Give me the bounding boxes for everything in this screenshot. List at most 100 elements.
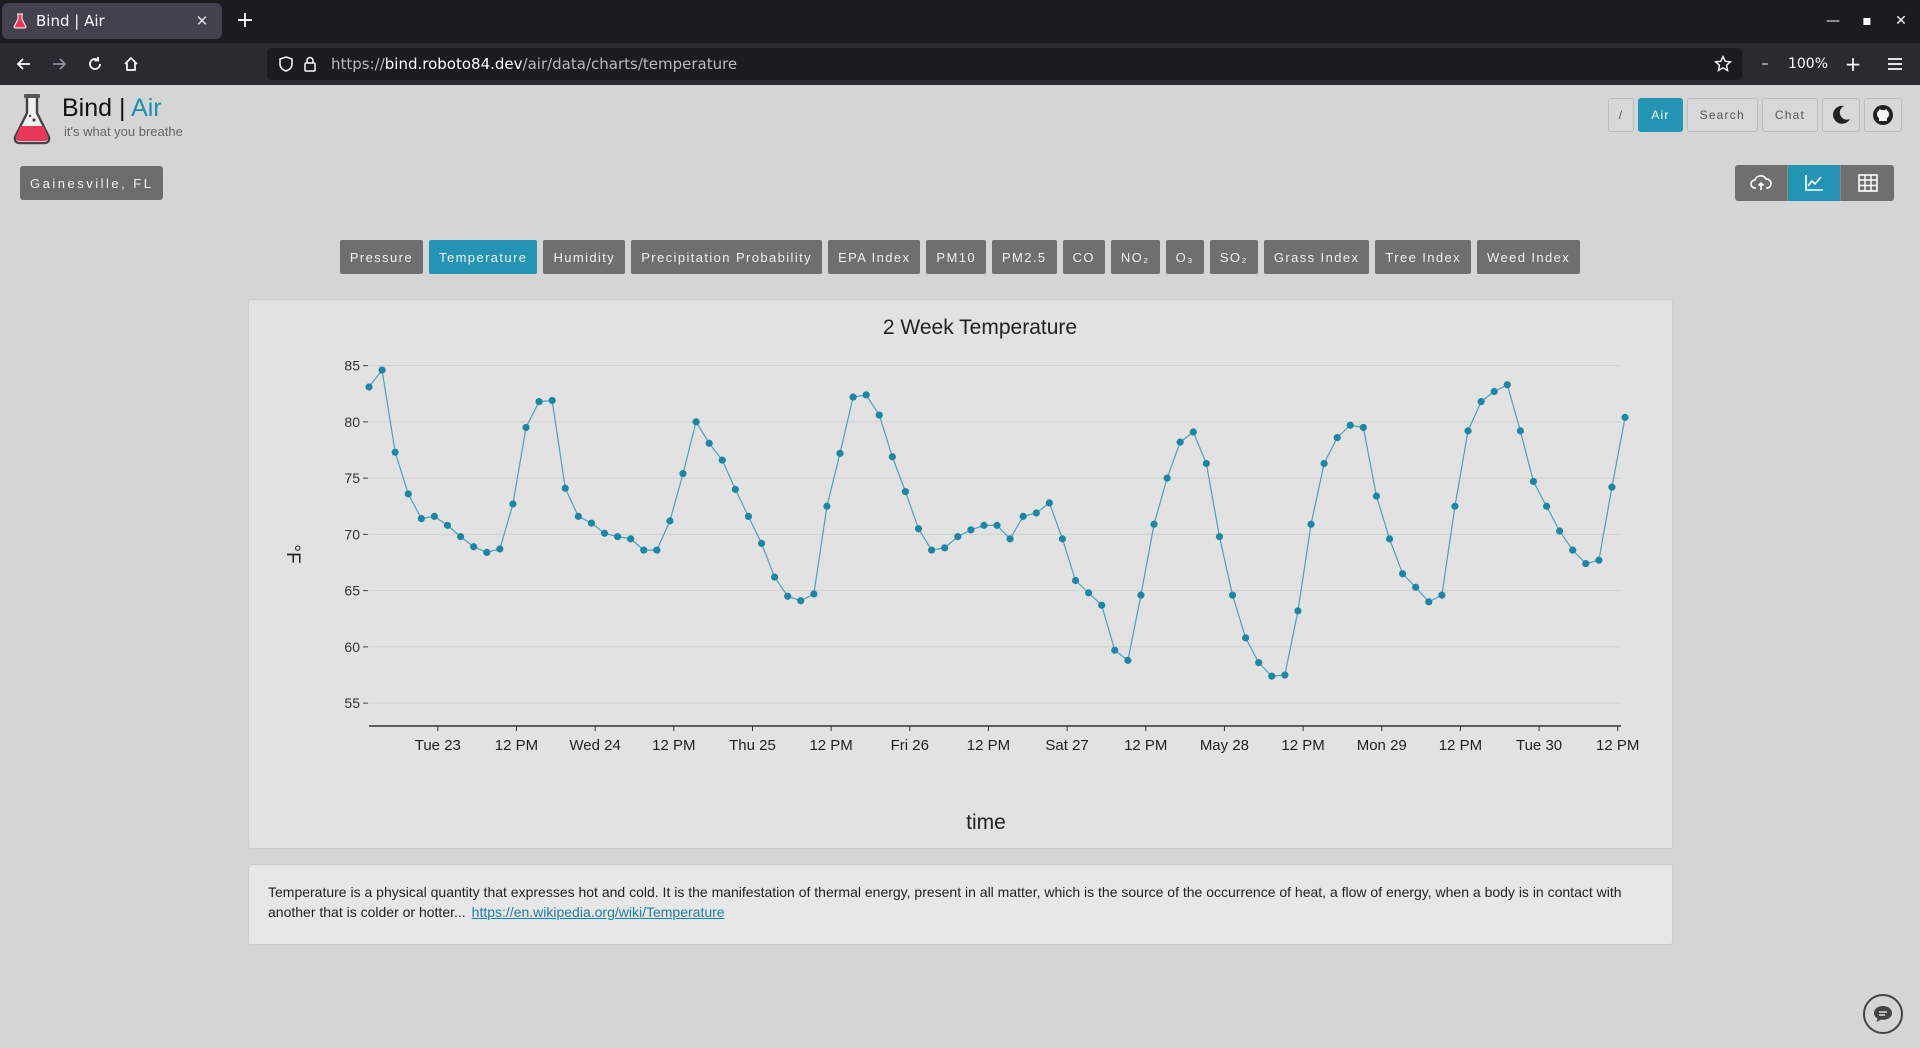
data-point[interactable] [561,484,569,492]
data-point[interactable] [797,597,805,605]
data-point[interactable] [1124,656,1132,664]
metric-tab-o-[interactable]: O₃ [1165,240,1204,274]
data-point[interactable] [1098,601,1106,609]
data-point[interactable] [1307,520,1315,528]
data-point[interactable] [1320,459,1328,468]
metric-tab-humidity[interactable]: Humidity [543,240,626,274]
data-point[interactable] [1228,591,1237,599]
tab-close-icon[interactable]: ✕ [192,11,212,31]
new-tab-button[interactable]: + [232,8,258,34]
nav-air-button[interactable]: Air [1638,98,1683,132]
data-point[interactable] [1281,671,1289,679]
data-point[interactable] [1058,535,1067,543]
data-point[interactable] [640,546,648,554]
location-button[interactable]: Gainesville, FL [20,166,164,200]
data-point[interactable] [1189,428,1197,436]
data-point[interactable] [1372,492,1381,500]
data-point[interactable] [1608,483,1616,491]
data-point[interactable] [928,546,936,554]
metric-tab-co[interactable]: CO [1062,240,1105,274]
data-point[interactable] [993,521,1001,529]
data-point[interactable] [901,488,910,496]
shield-icon[interactable] [275,53,297,75]
data-point[interactable] [666,517,674,525]
cloud-refresh-button[interactable] [1735,165,1788,201]
data-point[interactable] [653,546,661,554]
data-point[interactable] [1399,570,1407,578]
data-point[interactable] [600,529,609,537]
metric-tab-epa-index[interactable]: EPA Index [828,240,921,274]
data-point[interactable] [404,490,412,498]
back-icon[interactable] [10,50,38,78]
data-point[interactable] [1242,634,1250,642]
data-point[interactable] [705,439,713,447]
metric-tab-tree-index[interactable]: Tree Index [1375,240,1472,274]
data-point[interactable] [784,592,792,600]
data-point[interactable] [1176,438,1184,446]
data-point[interactable] [470,543,478,551]
data-point[interactable] [875,411,883,419]
data-point[interactable] [967,526,975,534]
data-point[interactable] [1045,499,1053,507]
url-text[interactable]: https://bind.roboto84.dev/air/data/chart… [331,55,737,73]
minimize-icon[interactable]: — [1820,8,1846,34]
home-icon[interactable] [117,50,145,78]
data-point[interactable] [744,512,753,520]
data-point[interactable] [1150,520,1158,528]
data-point[interactable] [1542,502,1551,510]
metric-tab-temperature[interactable]: Temperature [429,240,538,274]
data-point[interactable] [836,449,844,457]
data-point[interactable] [1490,387,1498,396]
metric-tab-precipitation-probability[interactable]: Precipitation Probability [631,240,823,274]
bookmark-star-icon[interactable] [1712,53,1734,75]
data-point[interactable] [1085,589,1093,597]
data-point[interactable] [417,515,425,523]
data-point[interactable] [1385,535,1394,543]
data-point[interactable] [391,448,399,456]
nav-chat-button[interactable]: Chat [1761,98,1818,132]
nav-search-button[interactable]: Search [1686,98,1758,132]
data-point[interactable] [535,398,543,406]
data-point[interactable] [1006,535,1014,543]
data-point[interactable] [1137,591,1145,599]
data-point[interactable] [980,521,988,529]
close-window-icon[interactable]: ✕ [1888,8,1914,34]
data-point[interactable] [954,533,962,541]
data-point[interactable] [770,573,779,581]
data-point[interactable] [483,548,491,556]
metric-tab-weed-index[interactable]: Weed Index [1477,240,1581,274]
data-point[interactable] [1569,546,1577,554]
data-point[interactable] [1582,560,1590,568]
data-point[interactable] [627,535,635,543]
data-point[interactable] [1425,598,1433,606]
metric-tab-grass-index[interactable]: Grass Index [1263,240,1370,274]
github-button[interactable] [1864,98,1902,132]
data-point[interactable] [1215,533,1224,541]
data-point[interactable] [378,366,386,374]
data-point[interactable] [1294,607,1302,615]
data-point[interactable] [914,525,923,533]
table-view-button[interactable] [1841,165,1894,201]
data-point[interactable] [548,396,556,405]
lock-icon[interactable] [299,53,321,75]
data-point[interactable] [509,500,517,508]
data-point[interactable] [1032,509,1040,517]
nav-root-button[interactable]: / [1607,98,1635,132]
data-point[interactable] [1451,502,1459,510]
data-point[interactable] [365,383,373,391]
data-point[interactable] [443,521,452,529]
data-point[interactable] [1412,583,1420,591]
zoom-level[interactable]: 100% [1784,50,1832,78]
data-point[interactable] [430,512,439,520]
data-point[interactable] [1516,427,1524,435]
data-point[interactable] [1111,646,1119,654]
url-bar[interactable]: https://bind.roboto84.dev/air/data/chart… [267,48,1742,80]
zoom-out-button[interactable]: – [1752,50,1778,78]
data-point[interactable] [1202,459,1210,468]
data-point[interactable] [1529,477,1538,486]
metric-tab-so-[interactable]: SO₂ [1209,240,1258,274]
data-point[interactable] [1071,576,1080,585]
data-point[interactable] [1621,413,1629,421]
metric-tab-pm10[interactable]: PM10 [926,240,986,274]
data-point[interactable] [810,590,818,598]
